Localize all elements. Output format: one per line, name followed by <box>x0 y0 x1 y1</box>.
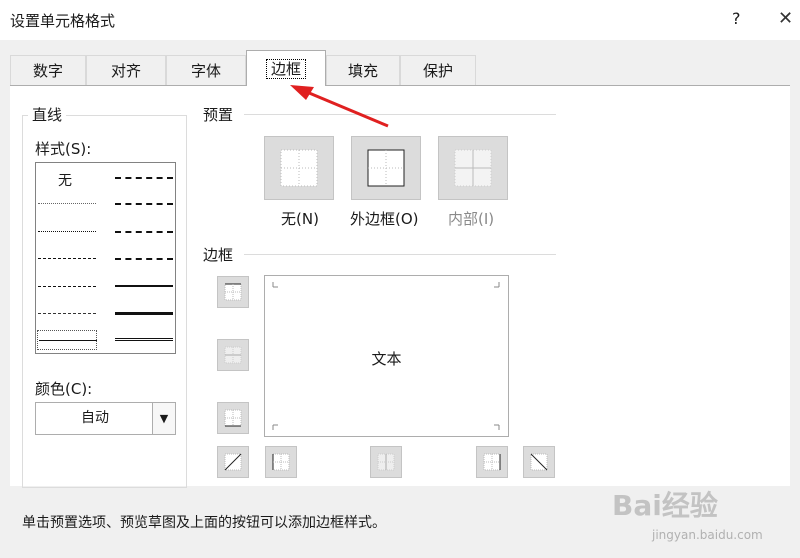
style-medium[interactable] <box>115 285 173 287</box>
tab-number[interactable]: 数字 <box>10 55 86 85</box>
style-hair[interactable] <box>38 203 96 204</box>
border-inside-vertical-icon <box>377 453 395 471</box>
color-label: 颜色(C): <box>35 380 93 398</box>
style-double[interactable] <box>115 338 173 341</box>
border-top-button[interactable] <box>217 276 249 308</box>
dialog-title: 设置单元格格式 <box>10 12 116 30</box>
border-left-button[interactable] <box>265 446 297 478</box>
preset-none-button[interactable] <box>264 136 334 200</box>
style-label: 样式(S): <box>35 140 92 158</box>
diagonal-up-icon <box>224 453 242 471</box>
preset-outline-icon <box>367 149 405 187</box>
chevron-down-icon[interactable]: ▼ <box>152 403 175 434</box>
style-thin[interactable] <box>39 340 97 341</box>
watermark-url: jingyan.baidu.com <box>652 528 763 542</box>
style-dashed-thin[interactable] <box>38 313 96 314</box>
style-medium-dash-dot[interactable] <box>115 231 173 233</box>
preset-outline-label: 外边框(O) <box>350 210 419 228</box>
watermark-logo: Bai经验 <box>612 489 718 522</box>
color-select-value: 自动 <box>81 410 109 426</box>
border-inside-vertical-button[interactable] <box>370 446 402 478</box>
preset-none-label: 无(N) <box>281 210 319 228</box>
preset-inside-icon <box>454 149 492 187</box>
style-dash-dot-thin[interactable] <box>38 286 96 287</box>
border-preview[interactable]: 文本 <box>264 275 509 437</box>
close-button[interactable]: ✕ <box>778 8 793 29</box>
border-diagonal-down-button[interactable] <box>523 446 555 478</box>
border-left-icon <box>272 453 290 471</box>
preset-inside-label: 内部(I) <box>448 210 495 228</box>
diagonal-down-icon <box>530 453 548 471</box>
style-dotted[interactable] <box>38 231 96 232</box>
style-none[interactable]: 无 <box>58 170 72 190</box>
border-top-icon <box>224 283 242 301</box>
presets-title: 预置 <box>203 106 234 124</box>
preset-inside-button[interactable] <box>438 136 508 200</box>
color-select[interactable]: 自动 ▼ <box>35 402 176 435</box>
style-dash-dot-dot-thin[interactable] <box>38 258 96 259</box>
title-bar <box>0 0 800 40</box>
preview-text: 文本 <box>371 350 402 368</box>
border-title: 边框 <box>203 246 234 264</box>
border-diagonal-up-button[interactable] <box>217 446 249 478</box>
style-medium-dashed[interactable] <box>115 258 173 260</box>
tab-alignment[interactable]: 对齐 <box>86 55 166 85</box>
border-right-button[interactable] <box>476 446 508 478</box>
border-inside-horizontal-button[interactable] <box>217 339 249 371</box>
style-thick[interactable] <box>115 312 173 315</box>
preset-none-icon <box>280 149 318 187</box>
style-slant-dash-dot[interactable] <box>115 203 173 205</box>
style-medium-dash-dot-dot[interactable] <box>115 177 173 179</box>
tab-font[interactable]: 字体 <box>166 55 246 85</box>
help-button[interactable]: ? <box>732 9 741 28</box>
border-inside-horizontal-icon <box>224 346 242 364</box>
tab-border-label: 边框 <box>265 59 307 79</box>
border-divider <box>244 254 556 255</box>
border-bottom-button[interactable] <box>217 402 249 434</box>
border-bottom-icon <box>224 409 242 427</box>
annotation-arrow-icon <box>290 85 389 128</box>
line-group-title: 直线 <box>28 104 67 125</box>
hint-text: 单击预置选项、预览草图及上面的按钮可以添加边框样式。 <box>22 515 386 531</box>
preset-outline-button[interactable] <box>351 136 421 200</box>
border-right-icon <box>483 453 501 471</box>
tab-protection[interactable]: 保护 <box>400 55 476 85</box>
